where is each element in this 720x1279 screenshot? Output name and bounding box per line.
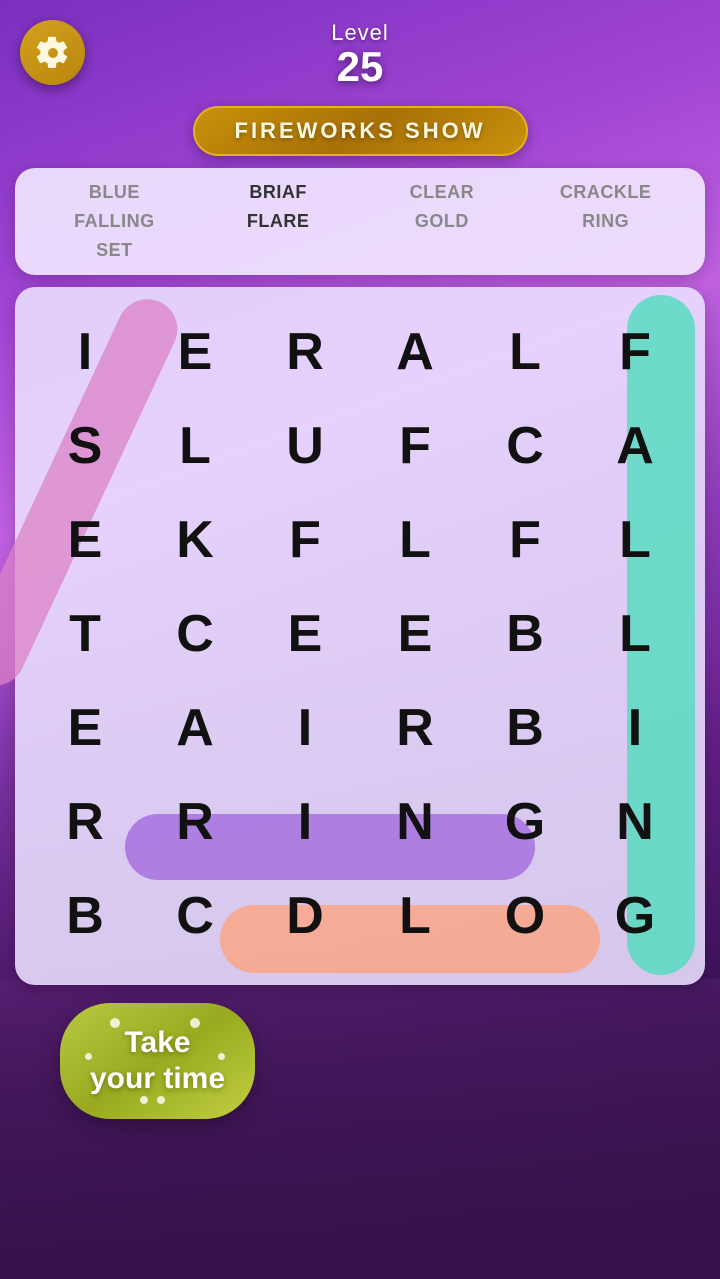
- word-briaf: BRIAF: [199, 182, 358, 203]
- cell-5-4[interactable]: G: [481, 777, 569, 867]
- level-display: Level 25: [331, 20, 389, 88]
- cell-1-2[interactable]: U: [261, 401, 349, 491]
- cell-6-3[interactable]: L: [371, 871, 459, 961]
- level-number: 25: [331, 46, 389, 88]
- cell-2-5[interactable]: L: [591, 495, 679, 585]
- grid-row-1: S L U F C A: [30, 401, 690, 491]
- grid-row-2: E K F L F L: [30, 495, 690, 585]
- gear-icon: [36, 36, 70, 70]
- cell-3-2[interactable]: E: [261, 589, 349, 679]
- word-clear: CLEAR: [363, 182, 522, 203]
- grid-container[interactable]: I E R A L F S L U F C A E K F L F L T C …: [15, 287, 705, 985]
- cell-2-0[interactable]: E: [41, 495, 129, 585]
- cell-6-4[interactable]: O: [481, 871, 569, 961]
- hint-text-line1: Take: [90, 1025, 225, 1061]
- sparkle-4: [190, 1018, 200, 1028]
- sparkle-1: [110, 1018, 120, 1028]
- cell-3-3[interactable]: E: [371, 589, 459, 679]
- cell-0-3[interactable]: A: [371, 307, 459, 397]
- cell-4-1[interactable]: A: [151, 683, 239, 773]
- word-crackle: CRACKLE: [526, 182, 685, 203]
- cell-3-5[interactable]: L: [591, 589, 679, 679]
- sparkle-3: [140, 1096, 148, 1104]
- sparkle-6: [157, 1096, 165, 1104]
- cell-4-3[interactable]: R: [371, 683, 459, 773]
- cell-2-3[interactable]: L: [371, 495, 459, 585]
- title-banner: FIREWORKS SHOW: [0, 106, 720, 156]
- top-bar: Level 25: [0, 0, 720, 98]
- cell-6-0[interactable]: B: [41, 871, 129, 961]
- grid-row-6: B C D L O G: [30, 871, 690, 961]
- cell-2-1[interactable]: K: [151, 495, 239, 585]
- word-flare: FLARE: [199, 211, 358, 232]
- cell-5-5[interactable]: N: [591, 777, 679, 867]
- cell-0-1[interactable]: E: [151, 307, 239, 397]
- cell-1-5[interactable]: A: [591, 401, 679, 491]
- word-blue: BLUE: [35, 182, 194, 203]
- words-panel: BLUE BRIAF CLEAR CRACKLE FALLING FLARE G…: [15, 168, 705, 275]
- word-set: SET: [35, 240, 194, 261]
- cell-2-4[interactable]: F: [481, 495, 569, 585]
- hint-button[interactable]: Take your time: [60, 1003, 255, 1119]
- cell-5-1[interactable]: R: [151, 777, 239, 867]
- cell-0-4[interactable]: L: [481, 307, 569, 397]
- cell-0-0[interactable]: I: [41, 307, 129, 397]
- cell-5-0[interactable]: R: [41, 777, 129, 867]
- cell-5-2[interactable]: I: [261, 777, 349, 867]
- cell-4-2[interactable]: I: [261, 683, 349, 773]
- grid-row-0: I E R A L F: [30, 307, 690, 397]
- sparkle-5: [218, 1053, 225, 1060]
- cell-4-5[interactable]: I: [591, 683, 679, 773]
- grid-row-4: E A I R B I: [30, 683, 690, 773]
- cell-4-0[interactable]: E: [41, 683, 129, 773]
- grid-row-3: T C E E B L: [30, 589, 690, 679]
- cell-4-4[interactable]: B: [481, 683, 569, 773]
- sparkle-2: [85, 1053, 92, 1060]
- hint-text-line2: your time: [90, 1061, 225, 1097]
- title-text: FIREWORKS SHOW: [235, 118, 486, 143]
- cell-1-1[interactable]: L: [151, 401, 239, 491]
- cell-6-1[interactable]: C: [151, 871, 239, 961]
- grid-row-5: R R I N G N: [30, 777, 690, 867]
- word-grid[interactable]: I E R A L F S L U F C A E K F L F L T C …: [30, 307, 690, 961]
- cell-6-5[interactable]: G: [591, 871, 679, 961]
- word-gold: GOLD: [363, 211, 522, 232]
- cell-0-5[interactable]: F: [591, 307, 679, 397]
- cell-2-2[interactable]: F: [261, 495, 349, 585]
- cell-5-3[interactable]: N: [371, 777, 459, 867]
- cell-3-4[interactable]: B: [481, 589, 569, 679]
- cell-6-2[interactable]: D: [261, 871, 349, 961]
- cell-1-0[interactable]: S: [41, 401, 129, 491]
- settings-button[interactable]: [20, 20, 85, 85]
- word-falling: FALLING: [35, 211, 194, 232]
- cell-3-0[interactable]: T: [41, 589, 129, 679]
- cell-1-4[interactable]: C: [481, 401, 569, 491]
- word-ring: RING: [526, 211, 685, 232]
- cell-1-3[interactable]: F: [371, 401, 459, 491]
- cell-0-2[interactable]: R: [261, 307, 349, 397]
- cell-3-1[interactable]: C: [151, 589, 239, 679]
